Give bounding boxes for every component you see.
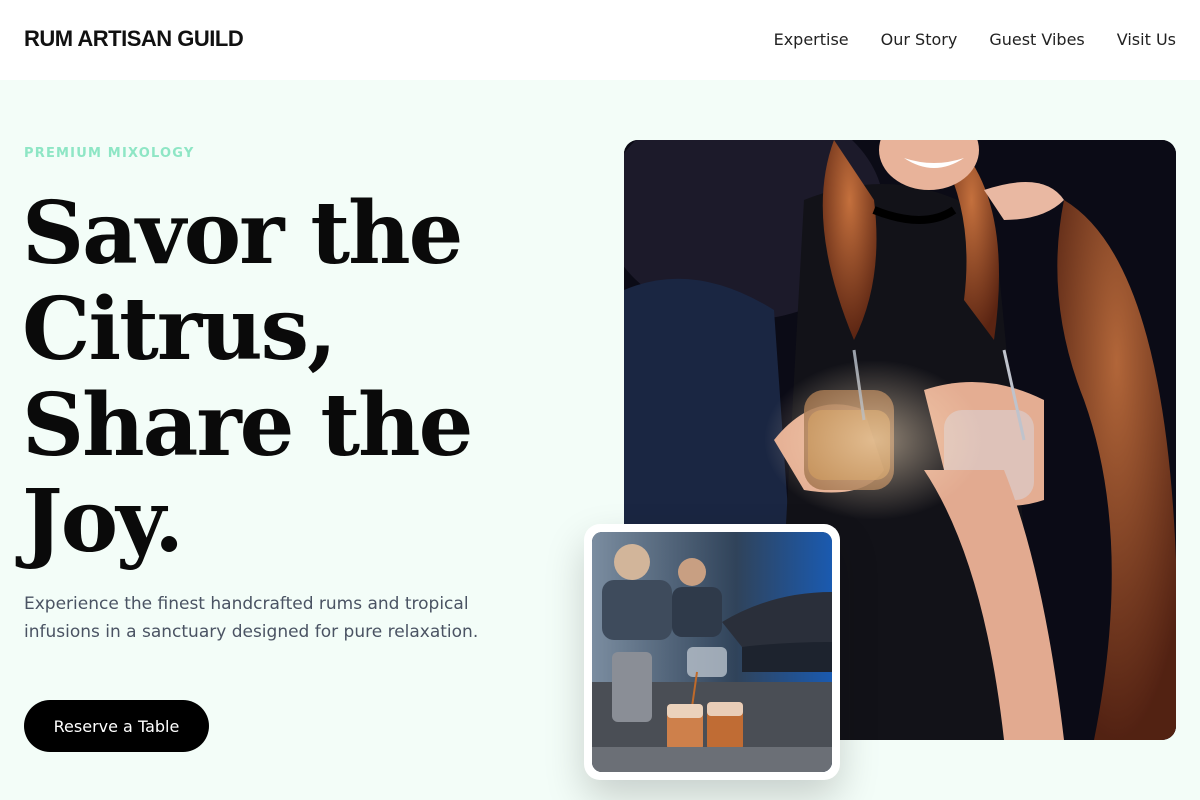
headline-line: Citrus, bbox=[22, 279, 337, 380]
nav-link-visit-us[interactable]: Visit Us bbox=[1117, 30, 1176, 49]
main-nav: Expertise Our Story Guest Vibes Visit Us bbox=[774, 30, 1176, 49]
nav-link-expertise[interactable]: Expertise bbox=[774, 30, 849, 49]
nav-link-guest-vibes[interactable]: Guest Vibes bbox=[989, 30, 1084, 49]
headline-line: Share the bbox=[22, 375, 473, 476]
headline-line: Joy. bbox=[22, 471, 184, 572]
inset-photo-card bbox=[584, 524, 840, 780]
site-header: RUM ARTISAN GUILD Expertise Our Story Gu… bbox=[0, 0, 1200, 80]
headline-line: Savor the bbox=[22, 183, 463, 284]
reserve-table-button[interactable]: Reserve a Table bbox=[24, 700, 209, 752]
hero-headline: Savor the Citrus, Share the Joy. bbox=[22, 186, 542, 570]
nav-link-our-story[interactable]: Our Story bbox=[881, 30, 958, 49]
hero-lead-text: Experience the finest handcrafted rums a… bbox=[24, 594, 479, 642]
hero-eyebrow: PREMIUM MIXOLOGY bbox=[24, 146, 195, 161]
inset-photo-bartender-pouring bbox=[592, 532, 832, 772]
brand-logo[interactable]: RUM ARTISAN GUILD bbox=[24, 26, 244, 52]
